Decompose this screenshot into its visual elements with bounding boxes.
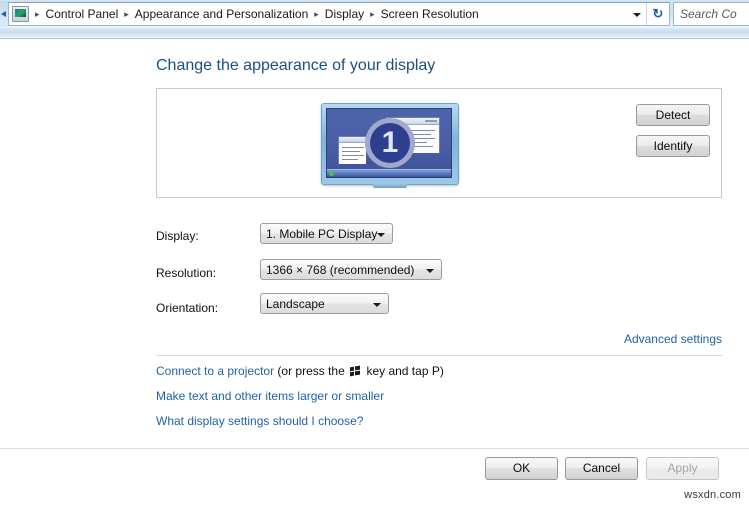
breadcrumb-control-panel[interactable]: Control Panel — [44, 3, 121, 25]
connect-to-projector-link[interactable]: Connect to a projector — [156, 364, 274, 378]
refresh-icon[interactable]: ↻ — [646, 3, 669, 25]
thumbnail-text-line — [342, 159, 358, 160]
make-text-larger-link[interactable]: Make text and other items larger or smal… — [156, 389, 384, 403]
breadcrumb-separator-2: ▸ — [314, 9, 319, 19]
projector-link-row: Connect to a projector (or press the key… — [156, 364, 444, 378]
explorer-window-chrome: ▸ Control Panel ▸ Appearance and Persona… — [0, 0, 749, 39]
section-divider — [156, 355, 722, 356]
search-placeholder: Search Co — [680, 7, 737, 21]
monitor-number-badge: 1 — [365, 118, 415, 168]
advanced-settings-link[interactable]: Advanced settings — [624, 332, 722, 346]
projector-suffix-text: key and tap P) — [363, 364, 444, 378]
resolution-dropdown-value: 1366 × 768 (recommended) — [266, 262, 415, 277]
back-button[interactable] — [0, 1, 8, 27]
dialog-divider — [0, 448, 749, 449]
resolution-label: Resolution: — [156, 266, 217, 280]
display-label: Display: — [156, 229, 199, 243]
breadcrumb-address-bar[interactable]: ▸ Control Panel ▸ Appearance and Persona… — [8, 2, 670, 26]
breadcrumb-display[interactable]: Display — [323, 3, 366, 25]
text-size-link-row: Make text and other items larger or smal… — [156, 389, 384, 403]
orientation-label: Orientation: — [156, 301, 219, 315]
search-input[interactable]: Search Co — [673, 2, 749, 26]
projector-prefix-text: (or press the — [274, 364, 349, 378]
thumbnail-text-line — [342, 147, 364, 148]
breadcrumb-screen-resolution[interactable]: Screen Resolution — [379, 3, 481, 25]
what-display-settings-link[interactable]: What display settings should I choose? — [156, 414, 363, 428]
cancel-button[interactable]: Cancel — [565, 457, 638, 480]
display-dropdown-value: 1. Mobile PC Display — [266, 226, 378, 241]
orientation-dropdown-value: Landscape — [266, 296, 325, 311]
monitor-screen: 1 — [326, 108, 452, 178]
breadcrumb-separator-1: ▸ — [124, 9, 129, 19]
monitor-preview[interactable]: 1 — [321, 103, 459, 188]
screen-resolution-page: Change the appearance of your display 1 … — [0, 39, 749, 509]
windows-logo-icon — [350, 365, 361, 377]
page-title: Change the appearance of your display — [156, 57, 436, 74]
address-bar-row: ▸ Control Panel ▸ Appearance and Persona… — [0, 1, 749, 27]
watermark: wsxdn.com — [684, 489, 741, 501]
identify-button[interactable]: Identify — [636, 135, 710, 157]
detect-button[interactable]: Detect — [636, 104, 710, 126]
breadcrumb-appearance-and-personalization[interactable]: Appearance and Personalization — [133, 3, 310, 25]
orientation-dropdown[interactable]: Landscape — [260, 293, 389, 314]
thumbnail-text-line — [342, 151, 360, 152]
chevron-down-icon — [377, 233, 385, 237]
chevron-down-icon[interactable] — [628, 3, 646, 25]
display-dropdown[interactable]: 1. Mobile PC Display — [260, 223, 393, 244]
what-settings-link-row: What display settings should I choose? — [156, 414, 363, 428]
breadcrumb-separator-0: ▸ — [35, 9, 40, 19]
monitor-taskbar — [327, 169, 451, 177]
ok-button[interactable]: OK — [485, 457, 558, 480]
chevron-down-icon — [373, 303, 381, 307]
monitor-stand — [373, 184, 407, 188]
thumbnail-text-line — [342, 155, 364, 156]
start-orb-icon — [329, 171, 334, 176]
breadcrumb-separator-3: ▸ — [370, 9, 375, 19]
apply-button: Apply — [646, 457, 719, 480]
resolution-dropdown[interactable]: 1366 × 768 (recommended) — [260, 259, 442, 280]
display-settings-icon — [12, 6, 29, 22]
chevron-down-icon — [426, 269, 434, 273]
display-preview-panel: 1 Detect Identify — [156, 88, 722, 198]
